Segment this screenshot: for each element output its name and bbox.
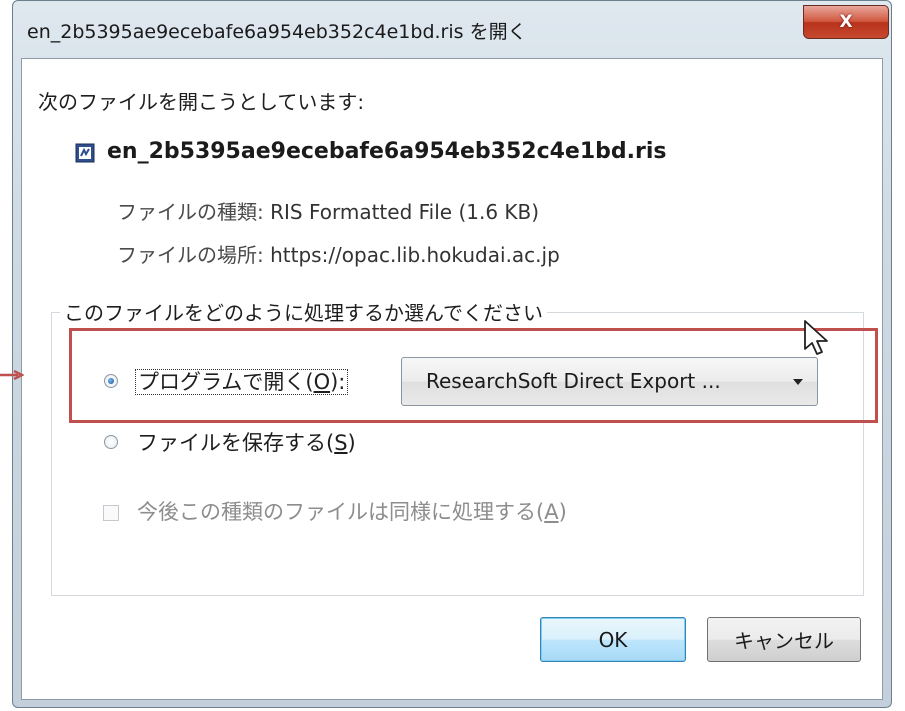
close-icon: X — [839, 12, 853, 32]
file-type-label: ファイルの種類: — [117, 200, 264, 224]
remember-label[interactable]: 今後この種類のファイルは同様に処理する(A) — [137, 496, 567, 526]
file-location-value: https://opac.lib.hokudai.ac.jp — [270, 243, 560, 267]
close-button[interactable]: X — [803, 5, 889, 39]
remember-checkbox[interactable] — [103, 505, 119, 521]
mouse-pointer-icon — [804, 320, 828, 355]
remember-suffix: ) — [558, 500, 567, 524]
window-title: en_2b5395ae9ecebafe6a954eb352c4e1bd.ris … — [27, 21, 527, 43]
file-type-row: ファイルの種類: RIS Formatted File (1.6 KB) — [117, 196, 539, 225]
ok-button[interactable]: OK — [540, 617, 686, 662]
save-file-label[interactable]: ファイルを保存する(S) — [137, 427, 356, 457]
remember-text: 今後この種類のファイルは同様に処理する( — [137, 500, 545, 524]
file-name: en_2b5395ae9ecebafe6a954eb352c4e1bd.ris — [107, 139, 667, 164]
annotation-highlight-box — [69, 328, 878, 423]
save-file-accel: S — [334, 431, 348, 455]
title-bar[interactable]: en_2b5395ae9ecebafe6a954eb352c4e1bd.ris … — [13, 1, 891, 59]
remember-accel: A — [544, 500, 559, 524]
file-location-row: ファイルの場所: https://opac.lib.hokudai.ac.jp — [117, 239, 560, 268]
arrow-right-icon — [0, 370, 24, 380]
cancel-button[interactable]: キャンセル — [707, 617, 861, 662]
intro-text: 次のファイルを開こうとしています: — [38, 90, 365, 114]
file-type-value: RIS Formatted File (1.6 KB) — [270, 200, 540, 224]
action-group-legend: このファイルをどのように処理するか選んでください — [60, 297, 547, 326]
save-file-suffix: ) — [347, 431, 356, 455]
save-file-radio[interactable] — [104, 435, 118, 449]
ris-file-icon — [75, 143, 95, 163]
file-location-label: ファイルの場所: — [117, 243, 264, 267]
save-file-text: ファイルを保存する( — [137, 431, 335, 455]
